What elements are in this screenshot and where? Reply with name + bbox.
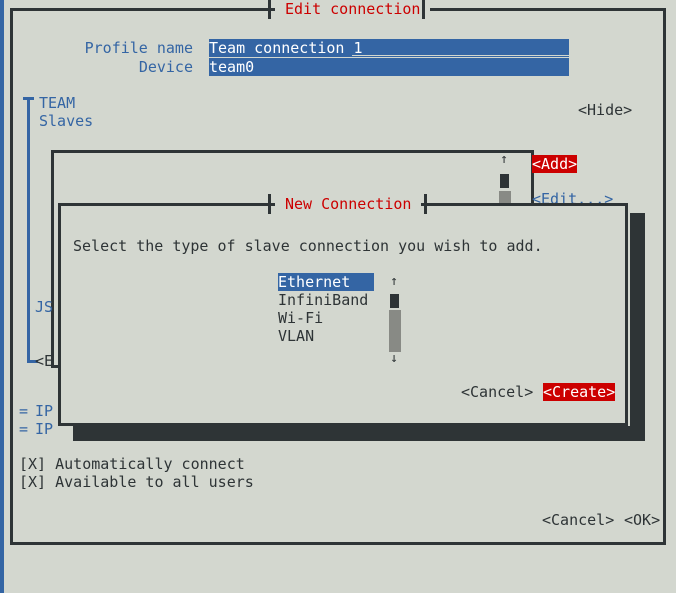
connection-type-infiniband[interactable]: InfiniBand bbox=[278, 291, 374, 309]
team-section-tree-bar bbox=[27, 97, 30, 363]
add-slave-button[interactable]: <Add> bbox=[532, 155, 578, 173]
available-all-users-checkbox-label: Available to all users bbox=[55, 473, 254, 491]
connection-type-vlan[interactable]: VLAN bbox=[278, 327, 374, 345]
auto-connect-checkbox-label: Automatically connect bbox=[55, 455, 245, 473]
terminal-screen: Edit connection Profile name Team connec… bbox=[0, 0, 676, 593]
ipv6-collapse-marker[interactable]: = bbox=[19, 420, 28, 438]
profile-name-label: Profile name bbox=[84, 39, 193, 57]
dialog-shadow-bottom bbox=[73, 426, 645, 441]
json-edit-button-partial[interactable]: <E bbox=[35, 352, 53, 370]
available-all-users-checkbox[interactable]: [X] Available to all users bbox=[19, 473, 254, 491]
title-left-cap bbox=[268, 0, 271, 19]
dialog-scroll-up-icon[interactable]: ↑ bbox=[387, 275, 401, 289]
app-scroll-track[interactable] bbox=[0, 0, 4, 593]
dialog-shadow-right bbox=[630, 213, 645, 436]
auto-connect-checkbox-mark: [X] bbox=[19, 455, 47, 473]
slaves-scroll-marker bbox=[500, 174, 509, 188]
team-section-label: TEAM bbox=[39, 94, 76, 112]
available-all-users-checkbox-mark: [X] bbox=[19, 473, 47, 491]
dialog-prompt: Select the type of slave connection you … bbox=[73, 237, 543, 255]
slaves-scroll-up-icon[interactable]: ↑ bbox=[497, 153, 511, 167]
profile-name-underline bbox=[352, 55, 569, 56]
edit-connection-title: Edit connection bbox=[275, 0, 431, 18]
dialog-title-right-cap bbox=[424, 194, 427, 214]
dialog-cancel-button[interactable]: <Cancel> bbox=[461, 383, 533, 401]
dialog-create-button[interactable]: <Create> bbox=[543, 383, 616, 401]
device-label: Device bbox=[138, 58, 193, 76]
title-right-cap bbox=[422, 0, 425, 19]
hide-button[interactable]: <Hide> bbox=[578, 101, 632, 119]
device-input[interactable]: team0 bbox=[209, 58, 569, 76]
dialog-scroll-marker bbox=[390, 294, 399, 308]
ipv6-config-label-partial: IP bbox=[35, 420, 54, 438]
connection-type-ethernet[interactable]: Ethernet bbox=[278, 273, 374, 291]
connection-type-wifi[interactable]: Wi-Fi bbox=[278, 309, 374, 327]
dialog-scroll-thumb[interactable] bbox=[389, 310, 401, 352]
new-connection-dialog: New Connection Select the type of slave … bbox=[58, 194, 628, 426]
dialog-title-left-cap bbox=[268, 194, 271, 214]
ipv4-config-label-partial: IP bbox=[35, 402, 54, 420]
auto-connect-checkbox[interactable]: [X] Automatically connect bbox=[19, 455, 245, 473]
json-config-label-partial: JS bbox=[35, 298, 54, 316]
cancel-button[interactable]: <Cancel> bbox=[542, 511, 614, 529]
ok-button[interactable]: <OK> bbox=[624, 511, 660, 529]
ipv4-collapse-marker[interactable]: = bbox=[19, 402, 28, 420]
team-slaves-label: Slaves bbox=[39, 112, 94, 130]
new-connection-title: New Connection bbox=[275, 195, 422, 213]
dialog-scroll-down-icon[interactable]: ↓ bbox=[387, 352, 401, 366]
